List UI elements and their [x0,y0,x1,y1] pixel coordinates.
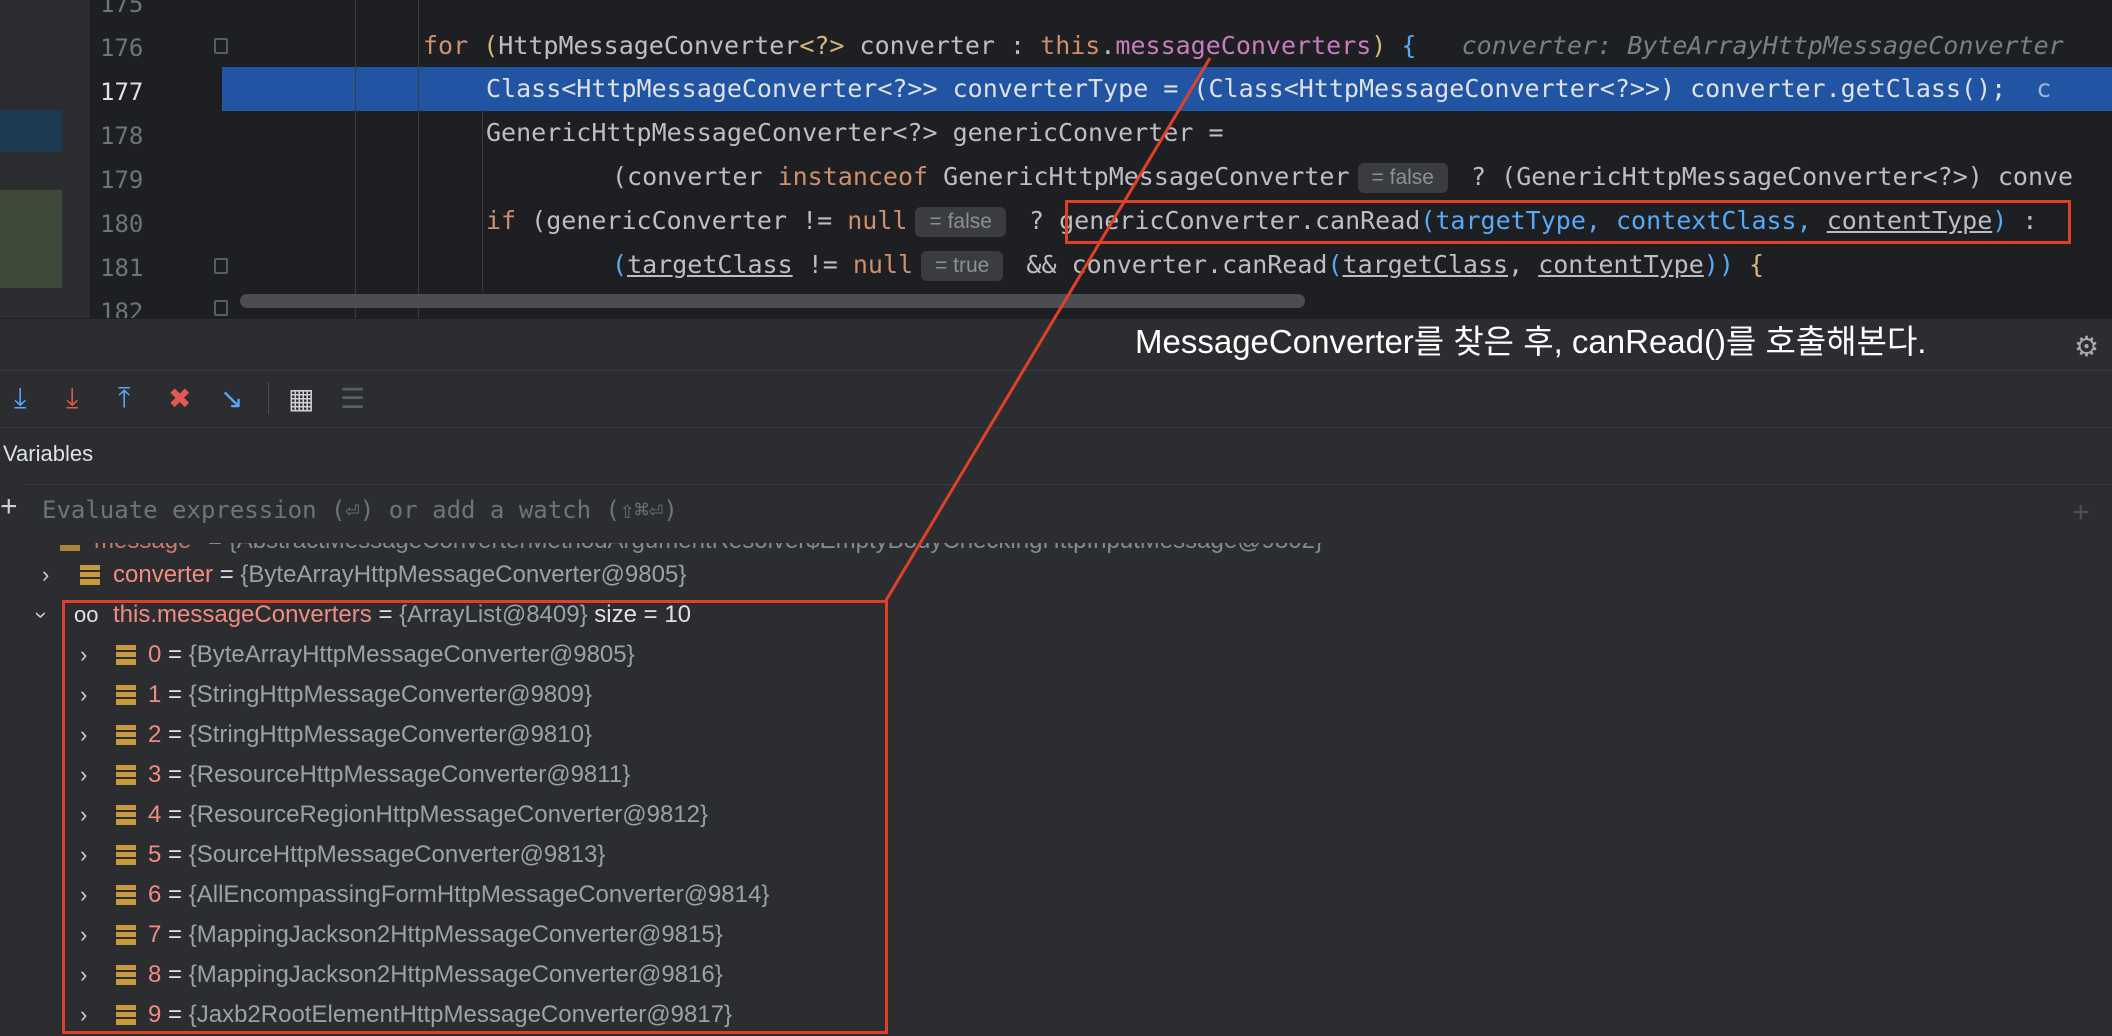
annotation-connector-line [883,57,1212,603]
